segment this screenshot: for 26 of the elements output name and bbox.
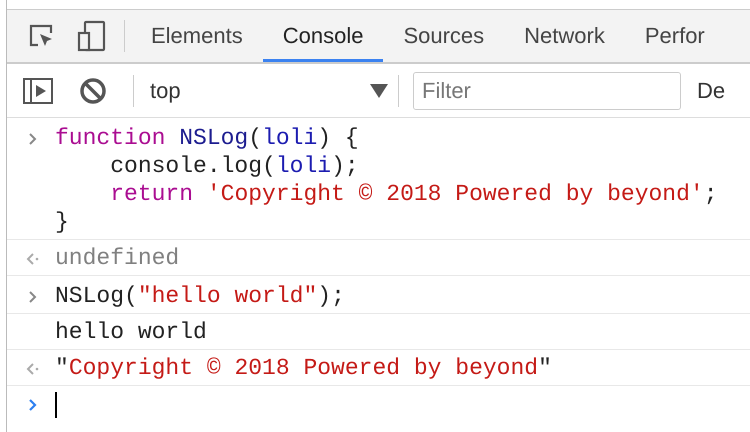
- levels-dropdown[interactable]: De: [697, 78, 726, 104]
- text-cursor: [55, 392, 57, 418]
- code-line: undefined: [55, 244, 180, 272]
- prompt-chevron-icon: [28, 398, 38, 412]
- chevron-icon: [28, 132, 38, 146]
- code-line: function NSLog(loli) {: [55, 124, 360, 152]
- code-line: hello world: [55, 318, 207, 346]
- tab[interactable]: Perfor: [624, 10, 725, 62]
- tab[interactable]: Elements: [131, 10, 263, 62]
- tab[interactable]: Network: [504, 10, 625, 62]
- context-select[interactable]: top: [134, 70, 398, 110]
- result-arrow-icon: [26, 362, 40, 376]
- filter-field[interactable]: Filter: [413, 72, 681, 110]
- code-line: console.log(loli);: [109, 152, 360, 180]
- code-line: return 'Copyright © 2018 Powered by beyond';: [109, 180, 718, 208]
- dropdown-triangle-icon: [370, 84, 388, 98]
- code-line: NSLog("hello world");: [55, 282, 345, 310]
- chevron-icon: [28, 290, 38, 304]
- device-icon[interactable]: [76, 20, 106, 52]
- tab[interactable]: Sources: [383, 10, 504, 62]
- code-line: "Copyright © 2018 Powered by beyond": [55, 354, 552, 382]
- tab[interactable]: Console: [262, 10, 384, 62]
- clear-icon[interactable]: [79, 76, 107, 104]
- sidebar-toggle-icon[interactable]: [23, 78, 53, 104]
- result-arrow-icon: [26, 252, 40, 266]
- code-line: }: [55, 208, 70, 236]
